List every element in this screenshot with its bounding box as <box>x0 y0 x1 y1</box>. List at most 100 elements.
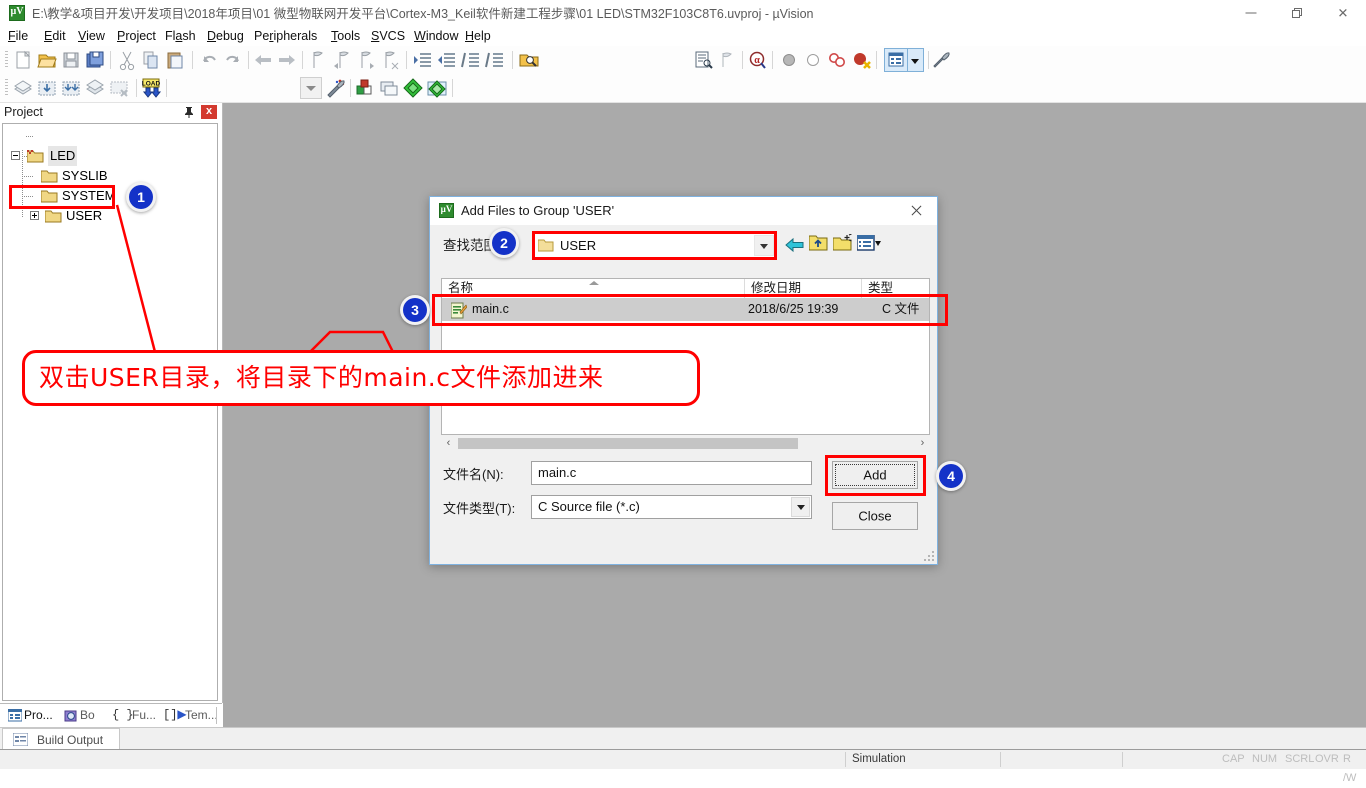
chevron-left-icon[interactable]: ‹ <box>441 436 456 451</box>
outdent-icon[interactable] <box>436 49 458 71</box>
tab-label: Fu... <box>132 704 156 727</box>
help-search-icon[interactable]: α <box>746 49 768 71</box>
menu-tools[interactable]: Tools <box>331 26 360 46</box>
tab-functions[interactable]: { } Fu... <box>110 704 162 727</box>
pin-icon[interactable] <box>182 105 196 119</box>
chevron-down-icon[interactable] <box>791 497 810 517</box>
manage-components-icon[interactable] <box>354 77 376 99</box>
bookmark-toggle-icon[interactable] <box>308 49 330 71</box>
menu-edit[interactable]: Edit <box>44 26 66 46</box>
back-arrow-icon[interactable] <box>785 236 804 257</box>
tab-project[interactable]: Pro... <box>6 704 62 729</box>
configure-icon[interactable] <box>930 49 952 71</box>
tab-templates[interactable]: []▶ Tem... <box>163 704 215 727</box>
tree-node-user[interactable]: USER <box>3 206 217 226</box>
find-next-icon[interactable] <box>692 49 714 71</box>
redo-icon[interactable] <box>222 49 244 71</box>
menu-flash[interactable]: Flash <box>165 26 196 46</box>
chevron-right-icon[interactable]: › <box>915 436 930 451</box>
collapse-icon[interactable] <box>11 151 20 160</box>
navigate-forward-icon[interactable] <box>276 49 298 71</box>
hscroll-thumb[interactable] <box>458 438 798 449</box>
step-marker-2: 2 <box>489 228 519 258</box>
step-marker-number: 4 <box>939 464 963 488</box>
new-file-icon[interactable] <box>12 49 34 71</box>
paste-icon[interactable] <box>164 49 186 71</box>
pack-installer-icon[interactable] <box>426 77 448 99</box>
target-options-icon[interactable] <box>324 77 346 99</box>
maximize-button[interactable] <box>1274 0 1320 26</box>
bookmark-clear-icon[interactable] <box>380 49 402 71</box>
target-dropdown-icon[interactable] <box>300 77 322 99</box>
comment-icon[interactable] <box>460 49 482 71</box>
uncomment-icon[interactable] <box>484 49 506 71</box>
rebuild-all-icon[interactable] <box>60 77 82 99</box>
bookmark-next-icon[interactable] <box>356 49 378 71</box>
menu-window[interactable]: Window <box>414 26 458 46</box>
tree-node-syslib[interactable]: SYSLIB <box>3 166 217 186</box>
menu-svcs[interactable]: SVCS <box>371 26 405 46</box>
find-in-files-icon[interactable] <box>518 49 540 71</box>
up-folder-icon[interactable] <box>809 234 828 255</box>
menu-peripherals[interactable]: Peripherals <box>254 26 317 46</box>
new-folder-icon[interactable] <box>833 234 853 255</box>
tree-node-led[interactable]: LED <box>3 146 217 166</box>
menu-project[interactable]: Project <box>117 26 156 46</box>
menu-bar: File Edit View Project Flash Debug Perip… <box>0 26 1366 46</box>
toolbar-grip[interactable] <box>5 79 8 97</box>
save-all-icon[interactable] <box>84 49 106 71</box>
resize-grip[interactable] <box>923 550 935 562</box>
menu-help[interactable]: Help <box>465 26 491 46</box>
dialog-title-bar: µV Add Files to Group 'USER' <box>430 197 937 225</box>
package-installer-icon[interactable] <box>402 77 424 99</box>
close-icon[interactable] <box>899 200 933 222</box>
build-output-bar: Build Output <box>0 727 1366 750</box>
menu-file[interactable]: File <box>8 26 28 46</box>
tab-books[interactable]: Bo <box>62 704 108 727</box>
bookmark-prev-icon[interactable] <box>332 49 354 71</box>
close-icon[interactable] <box>201 105 217 119</box>
manage-dropdown-icon[interactable] <box>908 48 924 72</box>
undo-icon[interactable] <box>198 49 220 71</box>
project-folder-icon <box>27 149 44 163</box>
breakpoint-disable-all-icon[interactable] <box>826 49 848 71</box>
file-list-hscrollbar[interactable]: ‹ › <box>441 436 930 451</box>
filename-input[interactable]: main.c <box>531 461 812 485</box>
window-title: E:\教学&项目开发\开发项目\2018年项目\01 微型物联网开发平台\Cor… <box>32 5 813 23</box>
filetype-combobox[interactable]: C Source file (*.c) <box>531 495 812 519</box>
build-target-icon[interactable] <box>36 77 58 99</box>
svg-text:α: α <box>754 55 760 66</box>
menu-view[interactable]: View <box>78 26 105 46</box>
download-to-flash-icon[interactable]: LOAD <box>140 77 162 99</box>
close-button[interactable]: ✕ <box>1320 0 1366 26</box>
toolbar-grip[interactable] <box>5 51 8 69</box>
project-tree[interactable]: LED SYSLIB SYSTEM <box>2 123 218 701</box>
translate-file-icon[interactable] <box>12 77 34 99</box>
menu-debug[interactable]: Debug <box>207 26 244 46</box>
open-file-icon[interactable] <box>36 49 58 71</box>
minimize-button[interactable] <box>1228 0 1274 26</box>
cut-icon[interactable] <box>116 49 138 71</box>
manage-project-items-icon[interactable] <box>884 48 908 72</box>
breakpoint-insert-icon[interactable] <box>778 49 800 71</box>
batch-build-icon[interactable] <box>84 77 106 99</box>
tab-label: Pro... <box>24 704 53 727</box>
copy-icon[interactable] <box>140 49 162 71</box>
filetype-label-text: 文件类型(T): <box>443 501 515 516</box>
status-cap: CAP <box>1222 750 1245 769</box>
indent-icon[interactable] <box>412 49 434 71</box>
tab-build-output[interactable]: Build Output <box>2 728 120 750</box>
expand-icon[interactable] <box>30 211 39 220</box>
stop-build-icon[interactable] <box>108 77 130 99</box>
breakpoint-kill-all-icon[interactable] <box>850 49 872 71</box>
tree-node-label: USER <box>66 206 102 226</box>
multi-project-icon[interactable] <box>378 77 400 99</box>
view-mode-icon[interactable] <box>857 235 881 255</box>
status-bar: Simulation CAP NUM SCRL OVR R /W <box>0 749 1366 769</box>
save-icon[interactable] <box>60 49 82 71</box>
navigate-back-icon[interactable] <box>252 49 274 71</box>
breakpoint-enable-icon[interactable] <box>802 49 824 71</box>
uvision-icon: µV <box>9 5 25 21</box>
close-button[interactable]: Close <box>832 502 918 530</box>
bookmark-find-icon[interactable] <box>716 49 738 71</box>
